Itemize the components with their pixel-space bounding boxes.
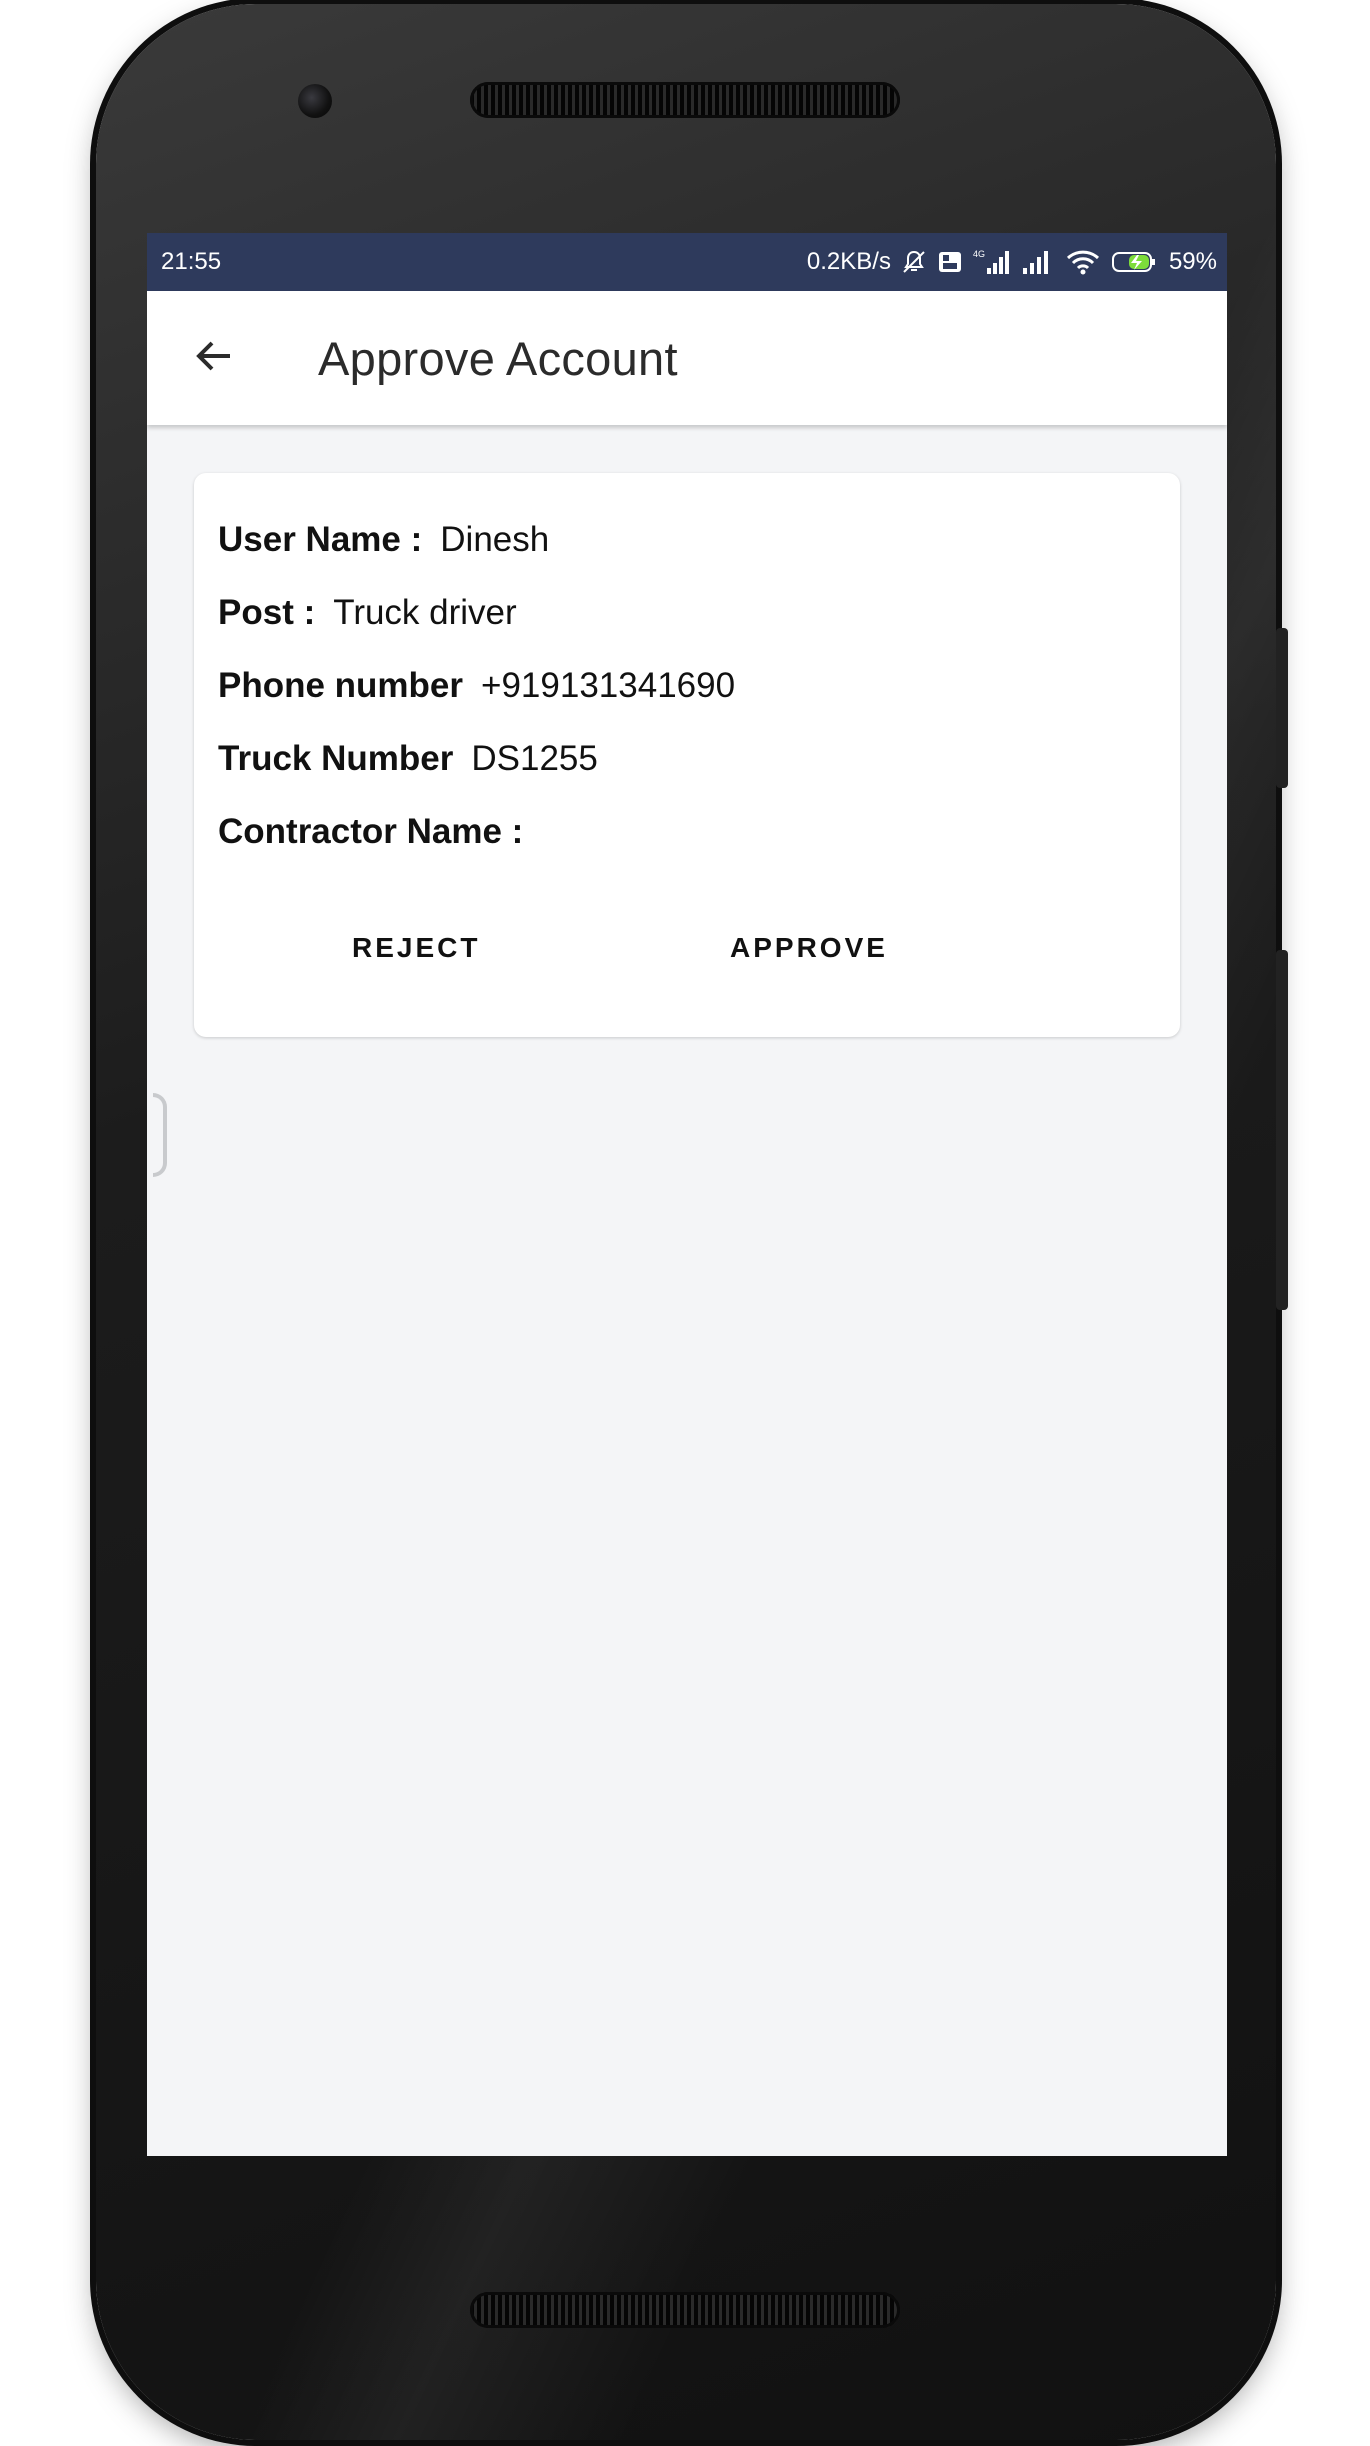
svg-text:4G: 4G (973, 249, 985, 259)
edge-swipe-handle[interactable] (153, 1093, 167, 1177)
status-icons: 0.2KB/s 4G 59% (807, 248, 1217, 276)
4g-signal-icon: 4G (973, 248, 1011, 276)
power-button (1276, 628, 1288, 788)
volume-button (1276, 950, 1288, 1310)
contractor-name-row: Contractor Name : (218, 801, 1156, 874)
front-camera (298, 84, 332, 118)
post-label: Post : (218, 593, 316, 632)
volte-icon (937, 249, 963, 275)
status-time: 21:55 (161, 248, 222, 275)
screen: 21:55 0.2KB/s 4G 59% Approve Account Use… (147, 233, 1227, 2156)
phone-label: Phone number (218, 666, 464, 705)
wifi-icon (1065, 248, 1101, 276)
arrow-left-icon (192, 334, 236, 383)
bottom-speaker (470, 2292, 900, 2328)
contractor-name-label: Contractor Name : (218, 812, 524, 851)
signal-icon (1021, 248, 1055, 276)
reject-button[interactable]: REJECT (342, 913, 490, 983)
phone-value: +919131341690 (481, 666, 736, 705)
battery-charging-icon (1111, 249, 1159, 275)
user-name-label: User Name : (218, 520, 423, 559)
post-row: Post : Truck driver (218, 582, 1156, 655)
account-card: User Name : Dinesh Post : Truck driver Pho… (194, 473, 1180, 1037)
battery-percent: 59% (1168, 248, 1217, 275)
truck-number-label: Truck Number (218, 739, 454, 778)
truck-number-value: DS1255 (471, 739, 598, 778)
app-bar: Approve Account (147, 291, 1227, 425)
earpiece-speaker (470, 82, 900, 118)
post-value: Truck driver (333, 593, 517, 632)
status-bar: 21:55 0.2KB/s 4G 59% (147, 233, 1227, 291)
user-name-value: Dinesh (440, 520, 550, 559)
mute-icon (901, 249, 927, 275)
page-title: Approve Account (318, 331, 678, 385)
user-name-row: User Name : Dinesh (218, 509, 1156, 582)
back-button[interactable] (147, 291, 281, 425)
phone-row: Phone number +919131341690 (218, 655, 1156, 728)
card-actions: REJECT APPROVE (194, 913, 1180, 983)
approve-button[interactable]: APPROVE (720, 913, 898, 983)
net-speed: 0.2KB/s (806, 248, 891, 275)
truck-number-row: Truck Number DS1255 (218, 728, 1156, 801)
